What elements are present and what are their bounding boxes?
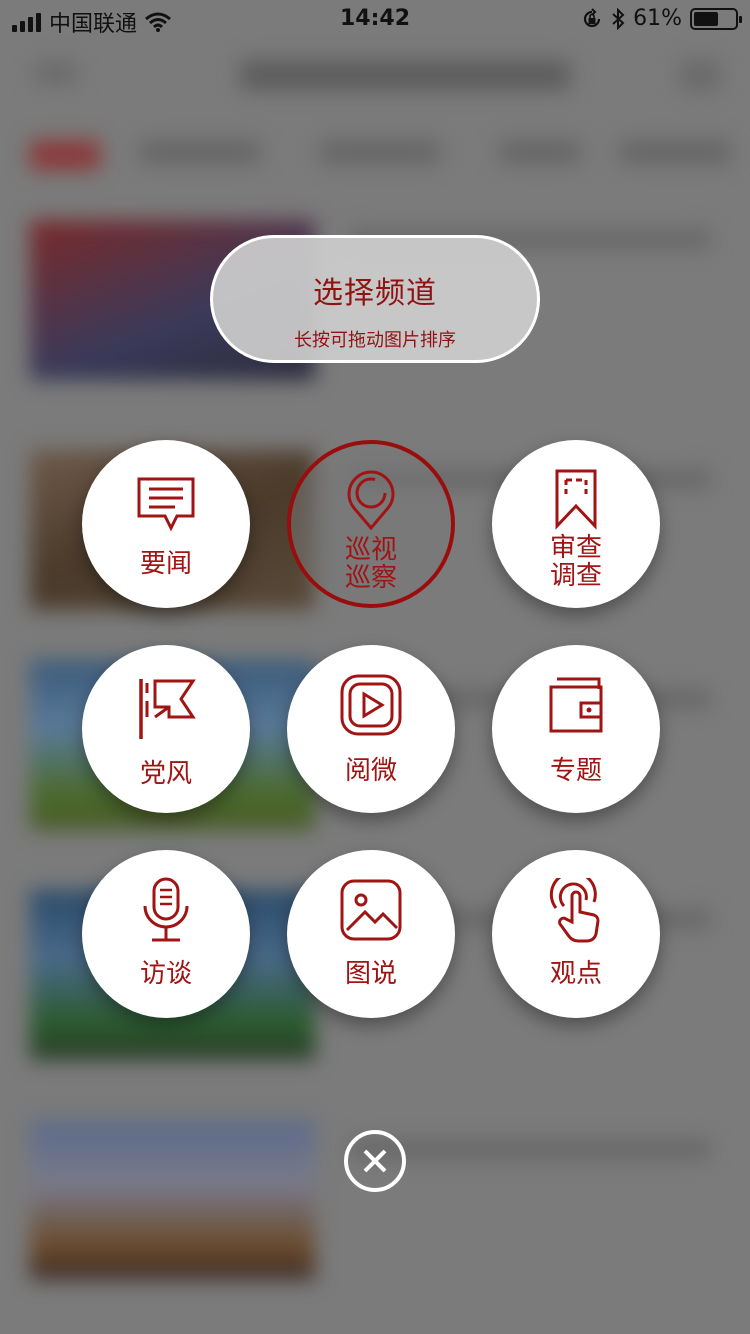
channel-zhuanti[interactable]: 专题 [492, 645, 660, 813]
channel-header: 选择频道 长按可拖动图片排序 [210, 235, 540, 363]
channel-xunshi-xuncha[interactable]: 巡视巡察 [287, 440, 455, 608]
channel-dangfeng[interactable]: 党风 [82, 645, 250, 813]
location-pin-icon [347, 470, 395, 531]
close-icon [363, 1149, 387, 1173]
battery-icon [690, 7, 742, 30]
channel-label: 党风 [139, 759, 192, 789]
channel-label: 要闻 [139, 549, 192, 579]
bluetooth-icon [612, 7, 625, 30]
channel-label: 专题 [549, 756, 602, 786]
channel-label: 图说 [344, 959, 397, 989]
channel-label: 巡视巡察 [344, 535, 397, 593]
channel-yaowen[interactable]: 要闻 [82, 440, 250, 608]
microphone-icon [143, 877, 189, 942]
touch-hand-icon [549, 878, 600, 943]
orientation-lock-icon [584, 7, 601, 27]
channel-label: 审查调查 [549, 533, 602, 591]
wallet-icon [549, 677, 603, 733]
news-chat-icon [137, 477, 195, 532]
channel-label: 观点 [549, 959, 602, 989]
channel-tushuo[interactable]: 图说 [287, 850, 455, 1018]
bookmark-icon [555, 469, 597, 530]
image-icon [340, 879, 402, 941]
channel-label: 访谈 [139, 959, 192, 989]
channel-fangtan[interactable]: 访谈 [82, 850, 250, 1018]
page-subtitle: 长按可拖动图片排序 [294, 330, 456, 351]
close-button[interactable] [344, 1130, 406, 1192]
channel-yuewei[interactable]: 阅微 [287, 645, 455, 813]
channel-guandian[interactable]: 观点 [492, 850, 660, 1018]
battery-percent: 61% [633, 6, 682, 31]
channel-label: 阅微 [344, 756, 397, 786]
status-bar: 中国联通 14:42 61% [0, 0, 750, 40]
channel-shencha-diaocha[interactable]: 审查调查 [492, 440, 660, 608]
video-play-icon [340, 674, 402, 736]
page-title: 选择频道 [313, 276, 437, 311]
flag-icon [139, 679, 196, 739]
